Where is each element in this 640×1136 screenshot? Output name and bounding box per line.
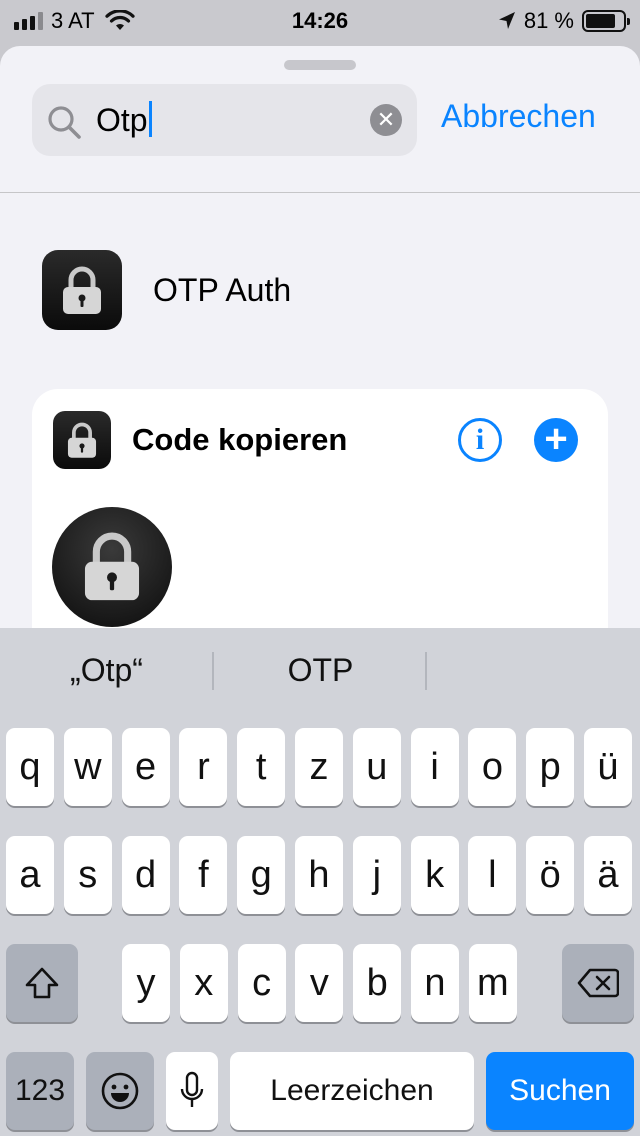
key-l[interactable]: l: [468, 836, 517, 914]
key-p[interactable]: p: [526, 728, 575, 806]
action-card-header: Code kopieren: [53, 411, 347, 469]
key-d[interactable]: d: [121, 836, 170, 914]
key-q[interactable]: q: [6, 728, 54, 806]
clear-icon[interactable]: ✕: [370, 104, 402, 136]
key-t[interactable]: t: [237, 728, 286, 806]
location-arrow-icon: [498, 12, 515, 29]
key-i[interactable]: i: [410, 728, 459, 806]
microphone-icon: [180, 1071, 204, 1107]
key-e[interactable]: e: [121, 728, 170, 806]
suggestion-bar: „Otp“ OTP: [0, 628, 640, 718]
key-r[interactable]: r: [179, 728, 228, 806]
key-a[interactable]: a: [6, 836, 54, 914]
keyboard: „Otp“ OTP qwertzuiopüasdfghjklöäyxcvbnm …: [0, 628, 640, 1136]
key-s[interactable]: s: [63, 836, 112, 914]
numbers-key[interactable]: 123: [6, 1052, 74, 1130]
info-icon[interactable]: i: [458, 418, 502, 462]
divider: [0, 192, 640, 193]
key-m[interactable]: m: [468, 944, 517, 1022]
key-g[interactable]: g: [237, 836, 286, 914]
backspace-icon: [577, 968, 619, 998]
action-title: Code kopieren: [132, 422, 348, 457]
key-w[interactable]: w: [63, 728, 112, 806]
delete-key[interactable]: [562, 944, 634, 1022]
action-card[interactable]: Code kopieren i +: [32, 389, 608, 666]
sheet-grabber[interactable]: [284, 60, 356, 70]
emoji-key[interactable]: [86, 1052, 154, 1130]
suggestion-1[interactable]: „Otp“: [0, 652, 213, 689]
app-name: OTP Auth: [153, 271, 292, 308]
key-j[interactable]: j: [352, 836, 401, 914]
key-u[interactable]: u: [352, 728, 401, 806]
lock-icon: [53, 411, 111, 469]
search-key[interactable]: Suchen: [486, 1052, 634, 1130]
status-right: 81 %: [498, 8, 630, 34]
key-o[interactable]: o: [468, 728, 517, 806]
space-key[interactable]: Leerzeichen: [230, 1052, 474, 1130]
battery-percent: 81 %: [523, 8, 574, 33]
shift-icon: [25, 967, 59, 999]
status-bar: 3 AT 14:26 81 %: [0, 0, 640, 44]
text-caret: [148, 101, 152, 137]
battery-icon: [582, 10, 630, 32]
key-b[interactable]: b: [353, 944, 402, 1022]
suggestion-divider: [425, 652, 427, 690]
key-k[interactable]: k: [410, 836, 459, 914]
plus-icon[interactable]: +: [534, 418, 578, 462]
key-y[interactable]: y: [122, 944, 170, 1022]
key-z[interactable]: z: [295, 728, 343, 806]
key-f[interactable]: f: [179, 836, 228, 914]
key-c[interactable]: c: [237, 944, 286, 1022]
search-input[interactable]: Otp: [96, 101, 152, 139]
search-sheet: Otp ✕ Abbrechen OTP Auth Code kopieren i…: [0, 46, 640, 666]
search-field[interactable]: Otp: [32, 84, 417, 156]
lock-icon: [42, 250, 122, 330]
key-n[interactable]: n: [411, 944, 459, 1022]
key-ä[interactable]: ä: [584, 836, 632, 914]
suggestion-2[interactable]: OTP: [214, 652, 427, 689]
search-icon: [48, 106, 81, 139]
key-x[interactable]: x: [179, 944, 228, 1022]
emoji-icon: [101, 1072, 139, 1110]
app-result-row[interactable]: OTP Auth: [42, 250, 291, 330]
key-ü[interactable]: ü: [584, 728, 632, 806]
key-h[interactable]: h: [295, 836, 343, 914]
key-v[interactable]: v: [295, 944, 344, 1022]
dictation-key[interactable]: [166, 1052, 218, 1130]
lock-icon: [52, 507, 172, 627]
key-ö[interactable]: ö: [526, 836, 575, 914]
shift-key[interactable]: [6, 944, 78, 1022]
cancel-button[interactable]: Abbrechen: [441, 98, 596, 135]
